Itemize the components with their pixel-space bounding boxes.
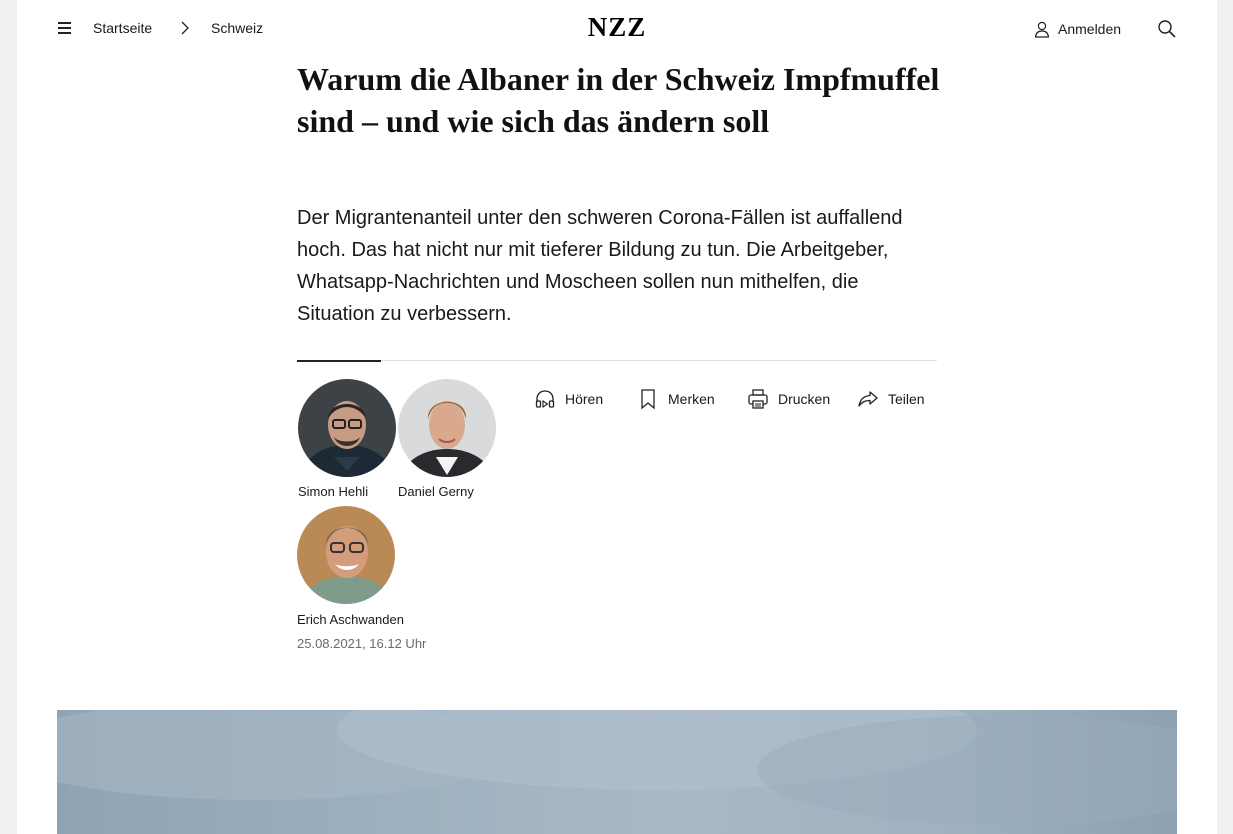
- hero-image: [57, 710, 1177, 834]
- listen-label: Hören: [565, 391, 604, 407]
- page: Startseite Schweiz NZZ Anmelden Warum di…: [17, 0, 1217, 834]
- login-button[interactable]: Anmelden: [1034, 18, 1121, 40]
- share-label: Teilen: [888, 391, 925, 407]
- author-erich-aschwanden[interactable]: Erich Aschwanden: [297, 506, 404, 627]
- user-icon: [1034, 21, 1050, 38]
- headphones-icon: [535, 390, 555, 409]
- top-navigation: Startseite Schweiz NZZ Anmelden: [17, 0, 1217, 58]
- menu-icon[interactable]: [57, 19, 73, 37]
- share-icon: [858, 391, 878, 407]
- login-label: Anmelden: [1058, 21, 1122, 37]
- avatar: [298, 379, 396, 477]
- print-label: Drucken: [778, 391, 831, 407]
- listen-button[interactable]: Hören: [534, 386, 603, 412]
- divider-accent: [297, 360, 381, 362]
- avatar: [297, 506, 395, 604]
- article-title: Warum die Albaner in der Schweiz Impfmuf…: [297, 61, 940, 139]
- breadcrumb-current[interactable]: Schweiz: [211, 20, 263, 36]
- author-name: Simon Hehli: [298, 484, 369, 499]
- author-name: Erich Aschwanden: [297, 612, 404, 627]
- author-name: Daniel Gerny: [398, 484, 474, 499]
- divider: [297, 360, 937, 361]
- publish-date: 25.08.2021, 16.12 Uhr: [297, 636, 427, 651]
- bookmark-icon: [641, 389, 655, 410]
- author-daniel-gerny[interactable]: Daniel Gerny: [398, 379, 496, 499]
- save-button[interactable]: Merken: [637, 386, 715, 412]
- search-icon[interactable]: [1157, 19, 1177, 39]
- article-lead: Der Migrantenanteil unter den schweren C…: [297, 207, 903, 325]
- print-button[interactable]: Drucken: [747, 386, 830, 412]
- author-simon-hehli[interactable]: Simon Hehli: [298, 379, 396, 499]
- breadcrumb-home[interactable]: Startseite: [93, 20, 152, 36]
- site-logo[interactable]: NZZ: [577, 12, 657, 43]
- chevron-right-icon: [181, 21, 189, 35]
- share-button[interactable]: Teilen: [857, 386, 925, 412]
- avatar: [398, 379, 496, 477]
- printer-icon: [748, 389, 768, 409]
- save-label: Merken: [668, 391, 715, 407]
